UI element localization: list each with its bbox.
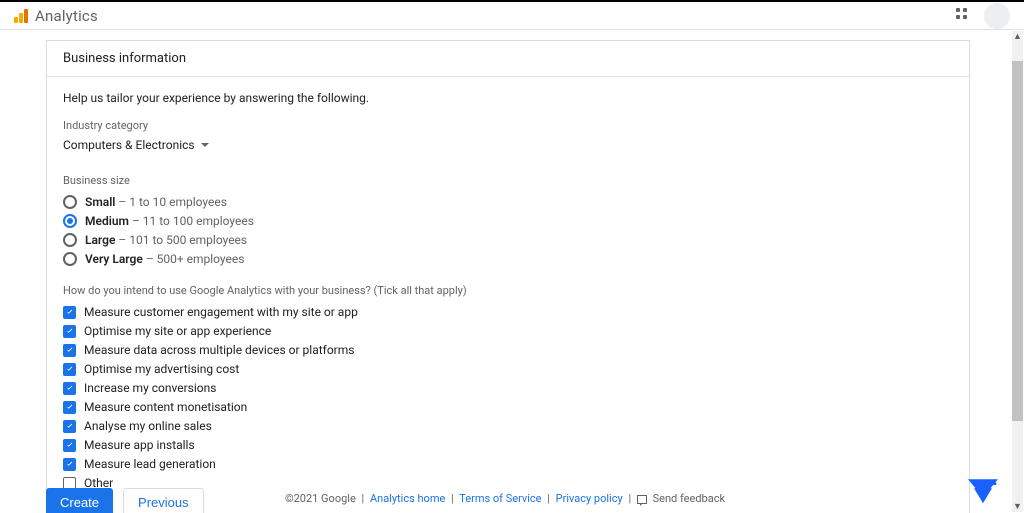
checkbox-label: Optimise my advertising cost (84, 362, 239, 376)
checkbox-label: Measure customer engagement with my site… (84, 305, 358, 319)
business-size-radio-medium[interactable]: Medium – 11 to 100 employees (63, 214, 953, 228)
apps-icon[interactable] (956, 8, 972, 24)
business-size-radio-very-large[interactable]: Very Large – 500+ employees (63, 252, 953, 266)
use-option-checkbox[interactable]: Measure data across multiple devices or … (63, 343, 953, 357)
checkbox-icon (63, 344, 76, 357)
radio-label: Large – 101 to 500 employees (85, 233, 247, 247)
app-title: Analytics (35, 7, 98, 25)
checkbox-label: Optimise my site or app experience (84, 324, 271, 338)
use-option-checkbox[interactable]: Analyse my online sales (63, 419, 953, 433)
footer-link-terms[interactable]: Terms of Service (459, 492, 541, 505)
checkbox-label: Measure data across multiple devices or … (84, 343, 354, 357)
checkbox-label: Measure lead generation (84, 457, 216, 471)
intro-text: Help us tailor your experience by answer… (63, 91, 953, 105)
use-option-checkbox[interactable]: Measure content monetisation (63, 400, 953, 414)
checkbox-icon (63, 363, 76, 376)
analytics-logo-icon (14, 9, 28, 23)
usage-question: How do you intend to use Google Analytic… (63, 284, 953, 297)
radio-label: Small – 1 to 10 employees (85, 195, 227, 209)
checkbox-label: Measure content monetisation (84, 400, 247, 414)
scroll-up-icon[interactable]: ▲ (1012, 31, 1023, 42)
avatar[interactable] (984, 3, 1010, 29)
checkbox-icon (63, 439, 76, 452)
footer-link-analytics-home[interactable]: Analytics home (370, 492, 445, 505)
vertical-scrollbar[interactable]: ▲ ▼ (1012, 31, 1023, 512)
use-option-checkbox[interactable]: Optimise my advertising cost (63, 362, 953, 376)
watermark-icon (968, 479, 998, 505)
industry-label: Industry category (63, 119, 953, 132)
brand: Analytics (14, 7, 98, 25)
use-option-checkbox[interactable]: Measure lead generation (63, 457, 953, 471)
industry-value: Computers & Electronics (63, 138, 195, 152)
use-option-checkbox[interactable]: Measure customer engagement with my site… (63, 305, 953, 319)
checkbox-icon (63, 382, 76, 395)
card-header: Business information (47, 41, 969, 77)
checkbox-label: Analyse my online sales (84, 419, 212, 433)
top-bar: Analytics (0, 0, 1024, 30)
scroll-thumb[interactable] (1012, 61, 1023, 421)
radio-icon (63, 195, 77, 209)
radio-icon (63, 214, 77, 228)
footer-link-privacy[interactable]: Privacy policy (556, 492, 623, 505)
checkbox-icon (63, 401, 76, 414)
business-info-card: Business information Help us tailor your… (46, 40, 970, 513)
radio-label: Very Large – 500+ employees (85, 252, 244, 266)
checkbox-icon (63, 325, 76, 338)
use-option-checkbox[interactable]: Measure app installs (63, 438, 953, 452)
use-option-checkbox[interactable]: Increase my conversions (63, 381, 953, 395)
scroll-down-icon[interactable]: ▼ (1012, 501, 1023, 512)
checkbox-icon (63, 306, 76, 319)
business-size-label: Business size (63, 174, 953, 187)
caret-down-icon (201, 143, 209, 147)
radio-icon (63, 252, 77, 266)
copyright: ©2021 Google (285, 492, 356, 505)
radio-label: Medium – 11 to 100 employees (85, 214, 254, 228)
industry-dropdown[interactable]: Computers & Electronics (63, 138, 209, 152)
checkbox-icon (63, 458, 76, 471)
checkbox-label: Measure app installs (84, 438, 195, 452)
radio-icon (63, 233, 77, 247)
business-size-radio-large[interactable]: Large – 101 to 500 employees (63, 233, 953, 247)
feedback-icon (637, 495, 647, 504)
footer: ©2021 Google | Analytics home | Terms of… (0, 492, 1010, 505)
use-option-checkbox[interactable]: Optimise my site or app experience (63, 324, 953, 338)
content-viewport: Business information Help us tailor your… (0, 30, 1010, 513)
business-size-radio-small[interactable]: Small – 1 to 10 employees (63, 195, 953, 209)
checkbox-label: Increase my conversions (84, 381, 216, 395)
checkbox-icon (63, 420, 76, 433)
send-feedback-link[interactable]: Send feedback (653, 492, 725, 505)
